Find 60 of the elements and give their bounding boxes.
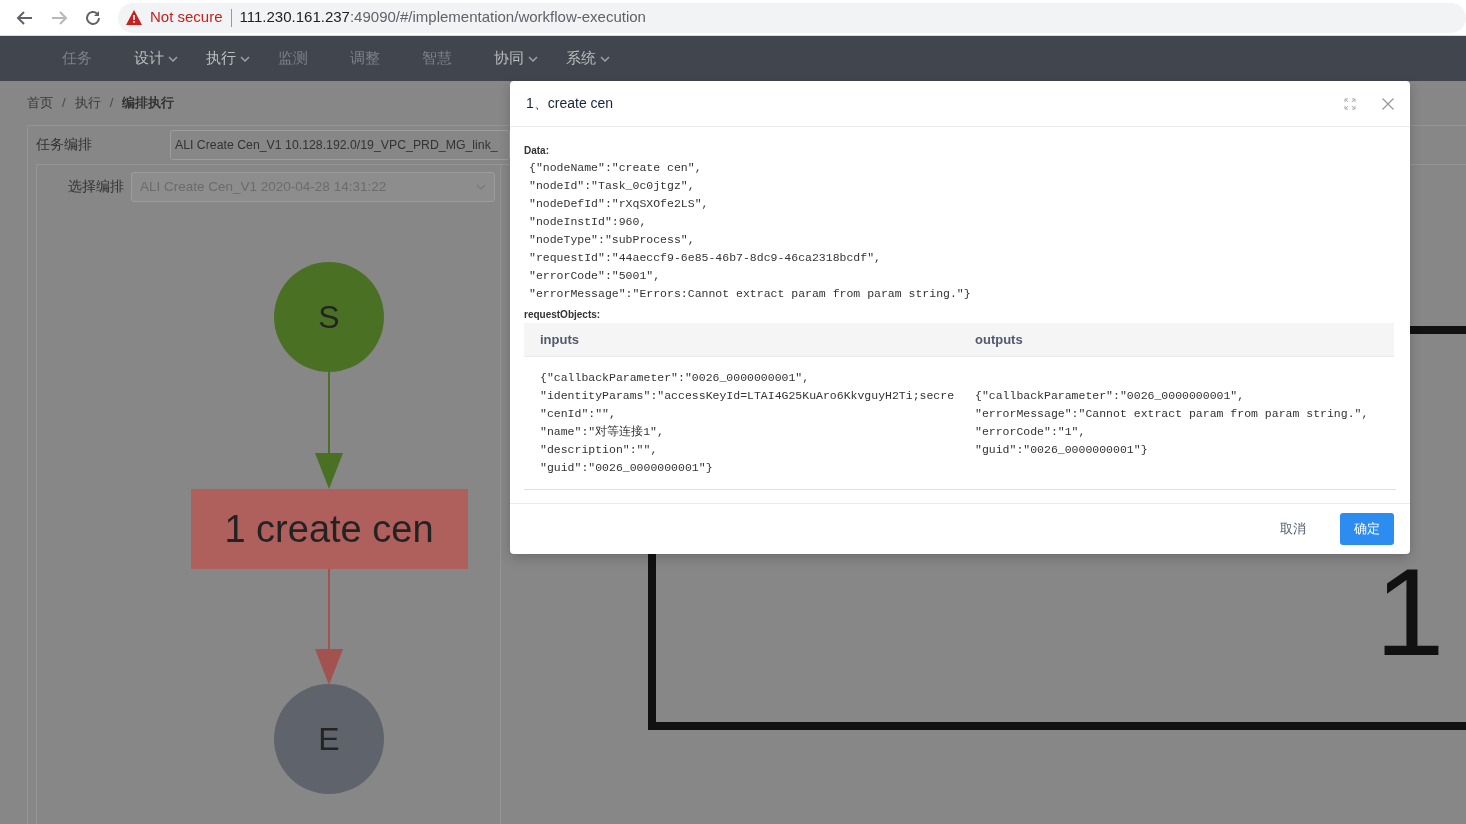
fullscreen-icon[interactable] — [1344, 97, 1356, 110]
nav-menu-item[interactable]: 调整 — [350, 47, 400, 70]
reload-icon[interactable] — [84, 8, 102, 27]
code-line: "requestId":"44aeccf9-6e85-46b7-8dc9-46ca2318bcdf", — [529, 250, 882, 266]
code-line: "errorCode":"5001", — [529, 268, 662, 284]
code-line: {"nodeName":"create cen", — [529, 160, 703, 176]
breadcrumb-separator: / — [109, 94, 114, 113]
code-line: "description":"", — [540, 442, 659, 458]
code-line: "nodeId":"Task_0c0jtgz", — [529, 178, 696, 194]
task-field[interactable]: ALI Create Cen_V1 10.128.192.0/19_VPC_PRD_MG_link_ — [170, 130, 510, 160]
nav-menu-item[interactable]: 任务 — [62, 47, 112, 70]
code-line: "name":"对等连接1", — [540, 424, 665, 440]
dialog-title: 1、create cen — [526, 94, 614, 113]
caret-icon — [600, 55, 610, 62]
column-header: inputs — [539, 330, 580, 349]
column-header: outputs — [974, 330, 1024, 349]
code-line: "errorMessage":"Errors:Cannot extract param from param string."} — [529, 286, 972, 302]
code-line: "guid":"0026_0000000001"} — [975, 442, 1149, 458]
code-line: "identityParams":"accessKeyId=LTAI4G25KuAro6KkvguyH2Ti;secre — [540, 388, 956, 404]
security-label[interactable]: Not secure — [150, 6, 223, 29]
address-bar[interactable]: 111.230.161.237:49090/#/implementation/workflow-execution — [239, 6, 646, 29]
cancel-button[interactable]: 取消 — [1266, 513, 1320, 545]
code-line: "nodeInstId":960, — [529, 214, 648, 230]
nav-menu-item[interactable]: 系统 — [566, 47, 630, 70]
zoomed-node-text: 1 — [1375, 542, 1445, 681]
warning-icon — [126, 10, 142, 25]
end-node[interactable] — [274, 684, 384, 794]
code-line: "errorCode":"1", — [975, 424, 1087, 440]
caret-icon — [528, 55, 538, 62]
code-line: "nodeType":"subProcess", — [529, 232, 696, 248]
code-line: "nodeDefId":"rXqSXOfe2LS", — [529, 196, 710, 212]
code-line: {"callbackParameter":"0026_0000000001", — [975, 388, 1246, 404]
nav-menu-item[interactable]: 协同 — [494, 47, 558, 70]
forward-icon[interactable] — [50, 8, 68, 27]
task-node[interactable] — [191, 489, 468, 569]
breadcrumb-item: 编排执行 — [122, 94, 175, 113]
breadcrumb-item[interactable]: 执行 — [74, 93, 101, 113]
node-label: S — [318, 299, 340, 335]
nav-menu-item[interactable]: 智慧 — [422, 47, 472, 70]
start-node[interactable] — [274, 262, 384, 372]
back-icon[interactable] — [16, 8, 34, 27]
code-line: "guid":"0026_0000000001"} — [540, 460, 714, 476]
code-line: "errorMessage":"Cannot extract param from param string.", — [975, 406, 1370, 422]
confirm-button[interactable]: 确定 — [1340, 513, 1394, 545]
close-icon[interactable] — [1382, 97, 1394, 110]
field-label: 任务编排 — [36, 135, 93, 154]
nav-menu-item[interactable]: 执行 — [206, 47, 270, 70]
node-label: E — [318, 721, 340, 757]
breadcrumb-separator: / — [62, 94, 66, 113]
section-label: Data: — [524, 144, 550, 158]
nav-menu-item[interactable]: 设计 — [134, 47, 198, 70]
section-label: requestObjects: — [524, 308, 602, 322]
node-label: 1 create cen — [224, 508, 434, 550]
caret-icon — [168, 55, 178, 62]
field-label: 选择编排 — [68, 177, 125, 196]
code-line: "cenId":"", — [540, 406, 617, 422]
caret-icon — [240, 55, 250, 62]
code-line: {"callbackParameter":"0026_0000000001", — [540, 370, 811, 386]
nav-menu-item[interactable]: 监测 — [278, 47, 328, 70]
breadcrumb-item[interactable]: 首页 — [27, 93, 53, 113]
